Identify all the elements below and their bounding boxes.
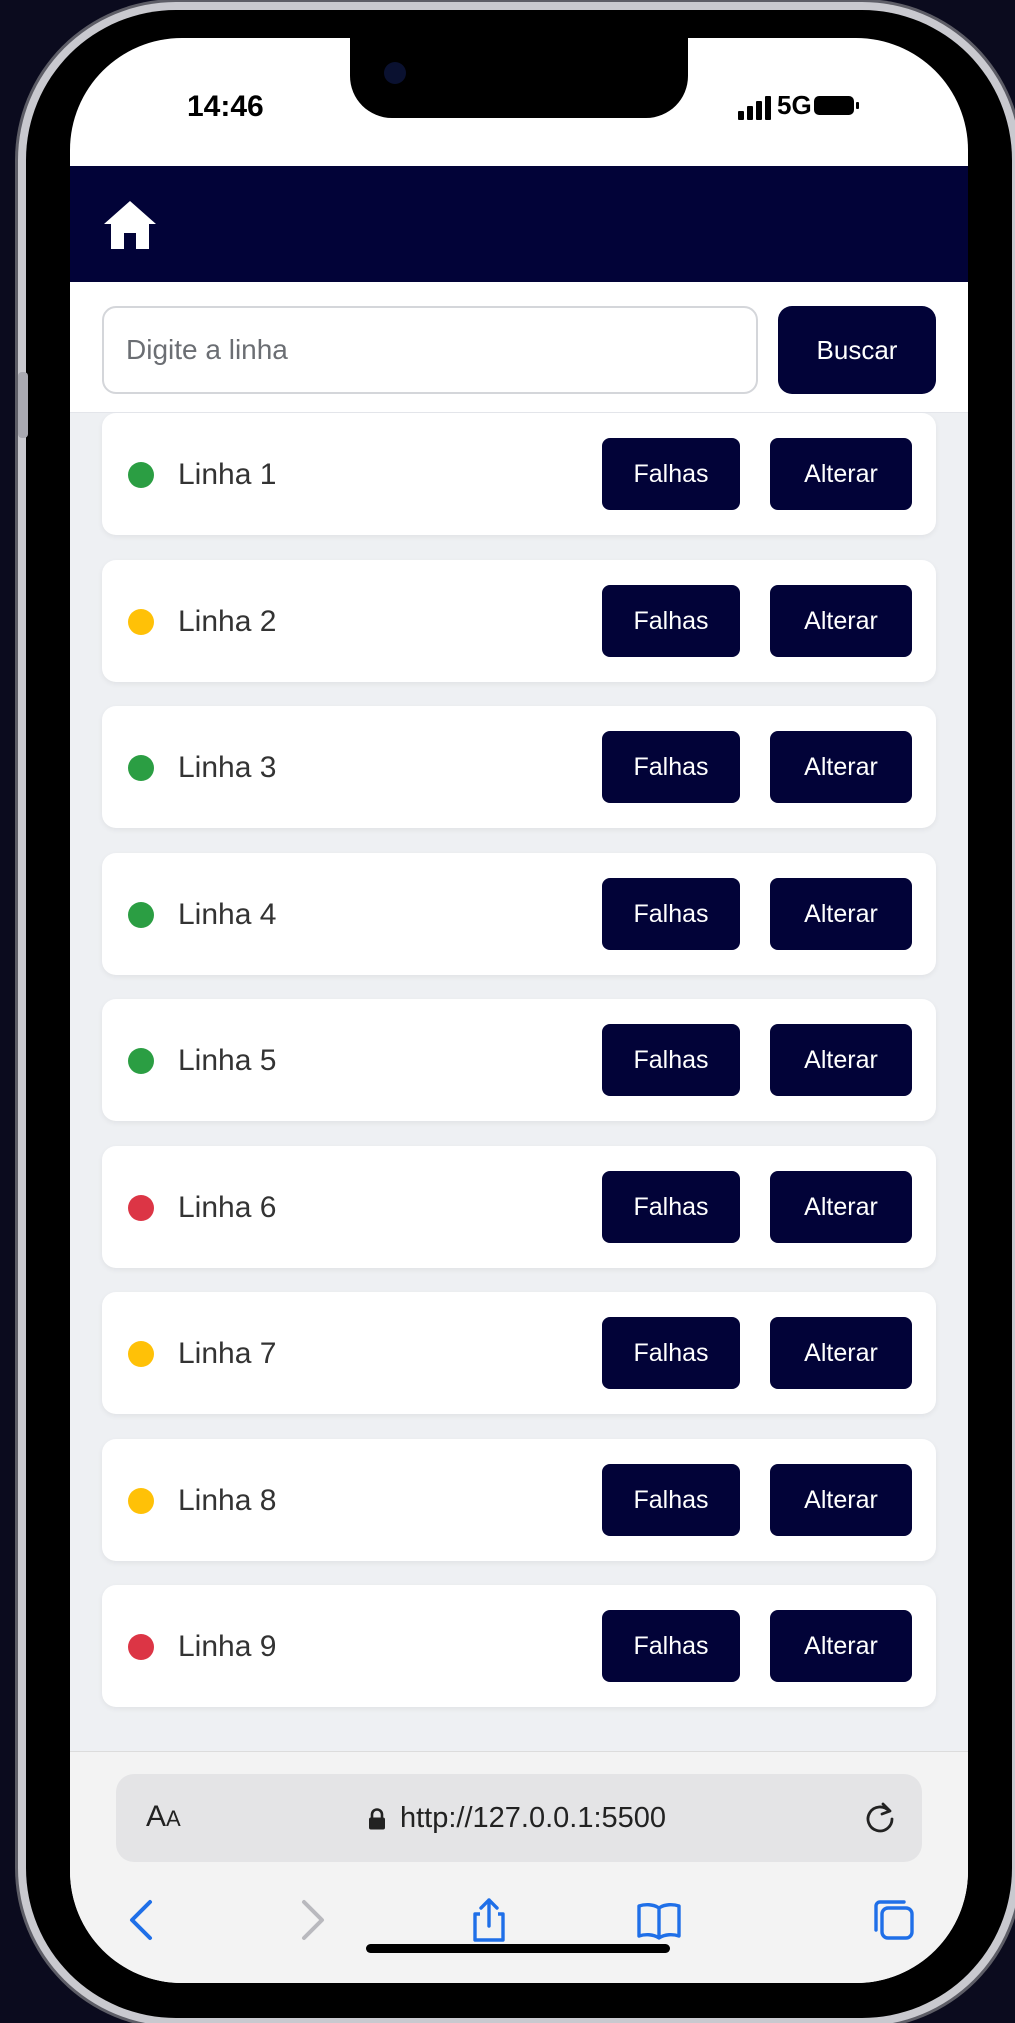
line-label: Linha 7 [178,1337,277,1370]
line-card: Linha 2 Falhas Alterar [102,560,936,682]
status-dot [128,902,154,928]
forward-icon[interactable] [288,1896,336,1944]
line-label: Linha 3 [178,751,277,784]
alterar-button[interactable]: Alterar [770,1317,912,1389]
line-card: Linha 1 Falhas Alterar [102,413,936,535]
search-button[interactable]: Buscar [778,306,936,394]
line-label: Linha 4 [178,898,277,931]
front-camera [384,62,406,84]
status-time: 14:46 [187,90,264,123]
falhas-button[interactable]: Falhas [602,1171,740,1243]
line-label: Linha 2 [178,605,277,638]
back-icon[interactable] [118,1896,166,1944]
line-label: Linha 1 [178,458,277,491]
home-icon[interactable] [102,198,158,252]
phone-side-button [18,372,28,438]
alterar-button[interactable]: Alterar [770,438,912,510]
alterar-button[interactable]: Alterar [770,1464,912,1536]
line-card: Linha 3 Falhas Alterar [102,706,936,828]
line-card: Linha 6 Falhas Alterar [102,1146,936,1268]
status-dot [128,1488,154,1514]
phone-screen: 14:46 5G Buscar Linha 1FalhasAlterarLinh… [70,38,968,1983]
falhas-button[interactable]: Falhas [602,1464,740,1536]
bookmarks-icon[interactable] [635,1896,683,1944]
alterar-button[interactable]: Alterar [770,1024,912,1096]
reload-icon[interactable] [862,1800,898,1836]
text-size-button[interactable]: AA [146,1800,181,1834]
line-label: Linha 6 [178,1191,277,1224]
network-type: 5G [777,90,812,120]
status-dot [128,1341,154,1367]
falhas-button[interactable]: Falhas [602,1317,740,1389]
home-indicator [366,1944,670,1953]
battery-icon [814,96,859,115]
line-card: Linha 4 Falhas Alterar [102,853,936,975]
alterar-button[interactable]: Alterar [770,1610,912,1682]
url-text: http://127.0.0.1:5500 [400,1802,667,1834]
alterar-button[interactable]: Alterar [770,1171,912,1243]
status-dot [128,1048,154,1074]
line-label: Linha 8 [178,1484,277,1517]
line-card: Linha 9 Falhas Alterar [102,1585,936,1707]
app-header [70,166,968,282]
tabs-icon[interactable] [870,1896,918,1944]
status-dot [128,1195,154,1221]
line-label: Linha 5 [178,1044,277,1077]
share-icon[interactable] [465,1896,513,1944]
notch [350,38,688,118]
falhas-button[interactable]: Falhas [602,438,740,510]
falhas-button[interactable]: Falhas [602,878,740,950]
falhas-button[interactable]: Falhas [602,585,740,657]
line-card: Linha 7 Falhas Alterar [102,1292,936,1414]
address-bar[interactable]: AA http://127.0.0.1:5500 [116,1774,922,1862]
alterar-button[interactable]: Alterar [770,878,912,950]
line-card: Linha 8 Falhas Alterar [102,1439,936,1561]
lock-icon [369,1808,385,1830]
line-list: Linha 1 Falhas Alterar Linha 2 Falhas Alterar… [70,413,968,1751]
status-dot [128,755,154,781]
falhas-button[interactable]: Falhas [602,1610,740,1682]
status-dot [128,1634,154,1660]
status-dot [128,462,154,488]
status-dot [128,609,154,635]
signal-bars-icon [738,96,771,120]
falhas-button[interactable]: Falhas [602,1024,740,1096]
falhas-button[interactable]: Falhas [602,731,740,803]
line-card: Linha 5 Falhas Alterar [102,999,936,1121]
search-bar: Buscar [70,282,968,413]
alterar-button[interactable]: Alterar [770,731,912,803]
text-size-small-a: A [166,1806,181,1831]
text-size-large-a: A [146,1800,167,1833]
line-search-input[interactable] [102,306,758,394]
line-label: Linha 9 [178,1630,277,1663]
alterar-button[interactable]: Alterar [770,585,912,657]
